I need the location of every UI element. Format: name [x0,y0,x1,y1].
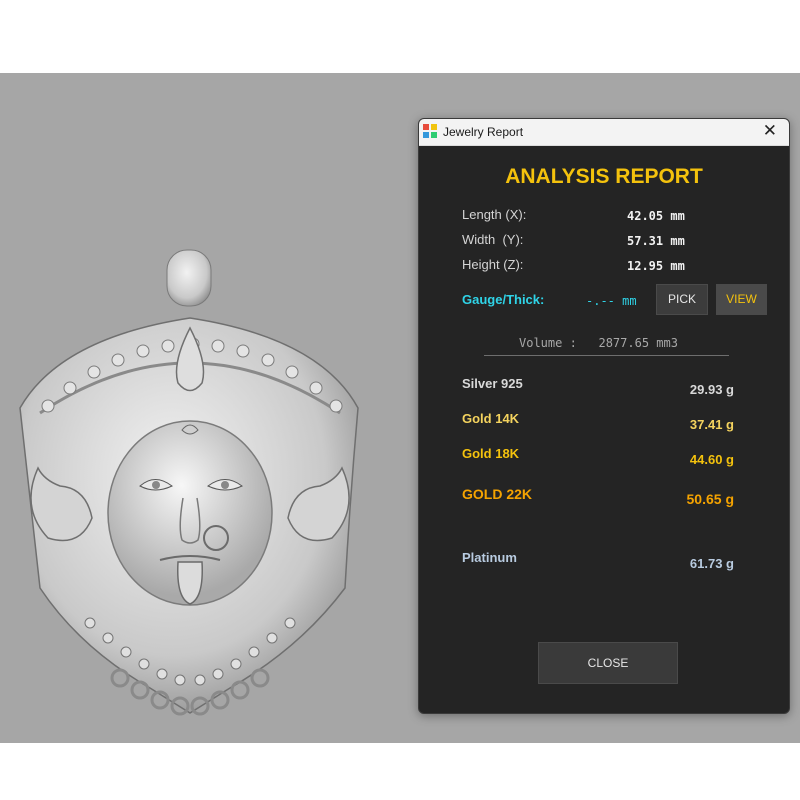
length-label: Length (X): [462,207,527,222]
pick-button[interactable]: PICK [656,284,708,315]
volume-readout: Volume : 2877.65 mm3 [519,336,678,350]
volume-label: Volume : [519,336,577,350]
length-value: 42.05 mm [627,209,685,223]
gold-22k-label: GOLD 22K [462,486,533,502]
view-button[interactable]: VIEW [716,284,767,315]
volume-value: 2877.65 mm3 [598,336,678,350]
width-value: 57.31 mm [627,234,685,248]
close-icon[interactable]: ✕ [763,121,777,141]
divider [484,355,729,356]
width-label: Width (Y): [462,232,524,247]
platinum-label: Platinum [462,550,517,565]
height-label: Height (Z): [462,257,524,272]
window-title: Jewelry Report [443,125,524,139]
report-heading: ANALYSIS REPORT [505,165,703,188]
jewelry-report-window: Jewelry Report ✕ ANALYSIS REPORT Length … [418,118,790,714]
gauge-label: Gauge/Thick: [462,292,545,307]
gold-14k-label: Gold 14K [462,411,520,426]
platinum-value: 61.73 g [689,556,734,571]
height-value: 12.95 mm [627,259,685,273]
app-icon [423,124,437,138]
gold-14k-value: 37.41 g [689,417,734,432]
silver-925-value: 29.93 g [689,382,734,397]
gold-22k-value: 50.65 g [686,491,734,507]
gauge-value: -.-- mm [586,294,637,308]
title-bar[interactable]: Jewelry Report ✕ [419,119,789,146]
close-button[interactable]: CLOSE [538,642,678,684]
gold-18k-value: 44.60 g [689,452,734,467]
gold-18k-label: Gold 18K [462,446,520,461]
pendant-model[interactable] [0,168,380,728]
silver-925-label: Silver 925 [462,376,523,391]
